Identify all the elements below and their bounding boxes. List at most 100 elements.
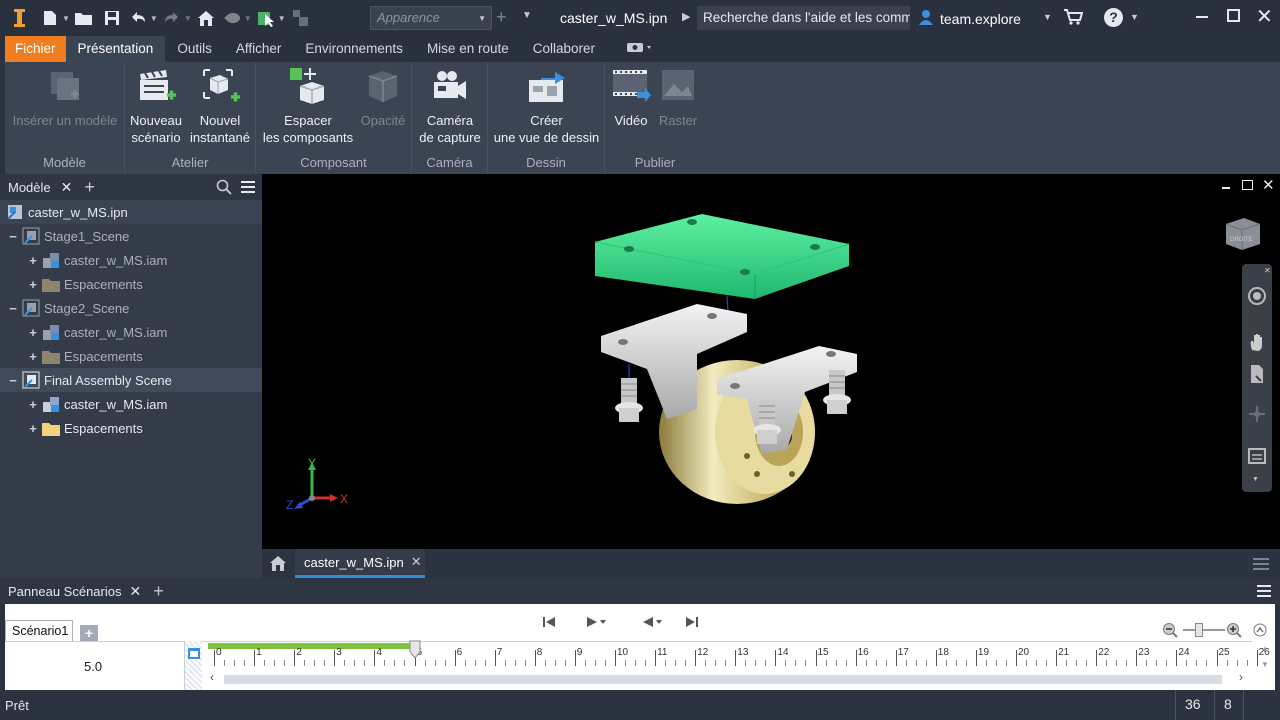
select-mode-icon[interactable] [256, 8, 276, 28]
collapse-icon[interactable]: − [7, 229, 19, 244]
timeline-playhead[interactable] [409, 640, 421, 665]
close-browser-tab-icon[interactable]: ✕ [61, 179, 73, 196]
graphics-viewport[interactable]: ✕ DROITE ✕ ▼ Y X Z [262, 174, 1280, 549]
tab-view[interactable]: Afficher [224, 36, 294, 62]
select-mode-dropdown-icon[interactable]: ▼ [278, 14, 286, 23]
zoom-in-icon[interactable] [1226, 622, 1242, 641]
view-face-icon[interactable] [1247, 446, 1267, 469]
new-file-dropdown-icon[interactable]: ▼ [62, 14, 70, 23]
create-drawing-view-button[interactable]: Créer une vue de dessin [490, 66, 603, 146]
maximize-icon[interactable] [1227, 9, 1240, 22]
tree-row-assembly[interactable]: + caster_w_MS.iam [0, 320, 167, 344]
scenario-tab[interactable]: Scénario1 [5, 620, 73, 642]
close-document-tab-icon[interactable]: ✕ [411, 554, 422, 570]
new-file-icon[interactable] [40, 8, 60, 28]
zoom-slider-thumb[interactable] [1195, 623, 1203, 637]
expand-icon[interactable]: + [27, 421, 39, 436]
open-folder-icon[interactable] [74, 8, 94, 28]
expand-icon[interactable]: + [27, 325, 39, 340]
document-tab[interactable]: caster_w_MS.ipn ✕ [295, 549, 425, 578]
minimize-icon[interactable] [1196, 16, 1208, 18]
scroll-right-icon[interactable]: › [1239, 670, 1243, 684]
capture-camera-button[interactable]: Caméra de capture [414, 66, 486, 146]
search-icon[interactable] [216, 179, 232, 198]
app-logo-icon[interactable] [6, 6, 32, 30]
browser-tab-model[interactable]: Modèle [8, 180, 51, 195]
viewport-restore-icon[interactable] [1242, 180, 1253, 190]
zoom-out-icon[interactable] [1162, 622, 1178, 641]
viewcube[interactable]: DROITE [1222, 214, 1262, 255]
go-to-start-icon[interactable] [542, 615, 556, 632]
document-tabs-menu-icon[interactable] [1252, 557, 1270, 574]
play-reverse-icon[interactable] [641, 615, 667, 632]
bolt[interactable] [615, 378, 643, 422]
appearance-dropdown[interactable]: Apparence ▼ [370, 6, 492, 30]
orbit-icon[interactable] [1247, 404, 1267, 427]
tab-environments[interactable]: Environnements [293, 36, 415, 62]
scenario-panel-menu-icon[interactable] [1256, 584, 1272, 601]
go-to-end-icon[interactable] [685, 615, 699, 632]
tree-row-tweaks[interactable]: + Espacements [0, 272, 143, 296]
ribbon-display-options-icon[interactable] [607, 36, 665, 62]
zoom-slider[interactable] [1183, 629, 1225, 631]
pan-hand-icon[interactable] [1247, 332, 1267, 355]
scroll-down-icon[interactable]: ▼ [1261, 660, 1269, 669]
video-button[interactable]: Vidéo [607, 66, 655, 129]
tree-row-assembly[interactable]: + caster_w_MS.iam [0, 392, 167, 416]
timeline-scrollbar-thumb[interactable] [224, 675, 1222, 684]
tree-row-assembly[interactable]: + caster_w_MS.iam [0, 248, 167, 272]
user-account[interactable]: team.explore [918, 9, 1021, 28]
viewport-minimize-icon[interactable] [1222, 187, 1230, 189]
zoom-icon[interactable] [1248, 364, 1266, 387]
tree-row-tweaks[interactable]: + Espacements [0, 344, 143, 368]
scroll-up-icon[interactable]: ▲ [1261, 644, 1269, 653]
caster-assembly-model[interactable] [587, 204, 877, 517]
navbar-close-icon[interactable]: ✕ [1264, 266, 1271, 275]
close-icon[interactable]: ✕ [1256, 4, 1273, 29]
navbar-options-icon[interactable]: ▼ [1252, 476, 1259, 483]
undo-dropdown-icon[interactable]: ▼ [150, 14, 158, 23]
tree-row-stage1-scene[interactable]: − Stage1_Scene [0, 224, 129, 248]
customize-toolbar-icon[interactable]: ▼ [522, 10, 532, 21]
expand-icon[interactable]: + [27, 397, 39, 412]
scenario-timeline-icon[interactable] [187, 646, 201, 663]
tab-tools[interactable]: Outils [165, 36, 224, 62]
tab-file[interactable]: Fichier [5, 36, 66, 62]
scroll-left-icon[interactable]: ‹ [210, 670, 214, 684]
expand-icon[interactable]: + [27, 349, 39, 364]
close-scenario-panel-icon[interactable]: ✕ [129, 583, 141, 600]
viewport-close-icon[interactable]: ✕ [1262, 176, 1275, 194]
new-snapshot-button[interactable]: Nouvel instantané [187, 66, 253, 146]
help-icon[interactable]: ? [1104, 8, 1123, 27]
home-icon[interactable] [196, 8, 216, 28]
save-icon[interactable] [102, 8, 122, 28]
hamburger-menu-icon[interactable] [240, 180, 256, 197]
help-dropdown-icon[interactable]: ▼ [1130, 12, 1139, 22]
tree-row-document[interactable]: caster_w_MS.ipn [0, 200, 262, 224]
play-forward-icon[interactable] [585, 615, 611, 632]
collapse-icon[interactable]: − [7, 373, 19, 388]
cart-icon[interactable] [1063, 8, 1084, 29]
help-search-input[interactable]: Recherche dans l'aide et les comma [697, 6, 910, 30]
expand-icon[interactable]: + [27, 277, 39, 292]
tree-row-final-assembly-scene[interactable]: − Final Assembly Scene [0, 368, 262, 392]
timeline-scrollbar[interactable]: ‹ › [202, 669, 1252, 687]
tab-collaborate[interactable]: Collaborer [521, 36, 607, 62]
expand-icon[interactable]: + [27, 253, 39, 268]
undo-icon[interactable] [128, 8, 148, 28]
timeline-vertical-scroll[interactable]: ▲ ▼ [1258, 642, 1274, 672]
tweak-components-button[interactable]: Espacer les composants [258, 66, 358, 146]
user-dropdown-icon[interactable]: ▼ [1043, 12, 1052, 22]
add-browser-tab-icon[interactable]: + [84, 177, 95, 198]
tree-row-tweaks[interactable]: + Espacements [0, 416, 143, 440]
add-scenario-icon[interactable]: + [80, 625, 98, 641]
tab-get-started[interactable]: Mise en route [415, 36, 521, 62]
collapse-timeline-icon[interactable] [1252, 622, 1268, 641]
steering-wheel-icon[interactable] [1247, 286, 1267, 309]
new-scenario-button[interactable]: Nouveau scénario [127, 66, 185, 146]
add-scenario-panel-icon[interactable]: + [153, 581, 164, 602]
tree-row-stage2-scene[interactable]: − Stage2_Scene [0, 296, 129, 320]
home-tab-icon[interactable] [268, 554, 288, 575]
tab-presentation[interactable]: Présentation [65, 36, 166, 62]
collapse-icon[interactable]: − [7, 301, 19, 316]
